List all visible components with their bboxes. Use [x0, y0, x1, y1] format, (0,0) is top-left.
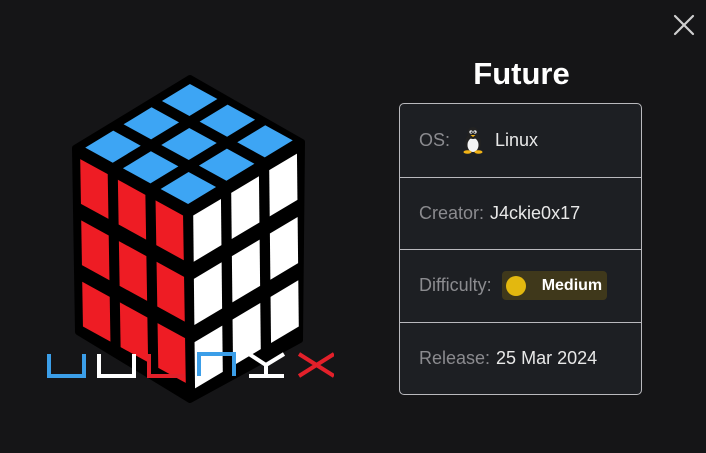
info-row-creator: Creator: J4ckie0x17: [400, 176, 641, 250]
vulnyx-cube-logo: [40, 70, 340, 403]
release-label: Release:: [419, 347, 491, 368]
wordmark-letter-n: [197, 352, 236, 376]
wordmark-letter-y: [247, 352, 286, 378]
wordmark-letter-v: [47, 354, 86, 378]
vulnyx-wordmark: [44, 352, 336, 382]
close-icon: [673, 14, 695, 36]
creator-value: J4ckie0x17: [490, 202, 581, 223]
info-row-release: Release: 25 Mar 2024: [400, 321, 641, 395]
machine-title: Future: [473, 56, 570, 91]
creator-label: Creator:: [419, 202, 485, 223]
wordmark-letter-x: [297, 352, 336, 378]
wordmark-letter-l: [147, 354, 184, 378]
os-value: Linux: [495, 129, 539, 150]
difficulty-label: Difficulty:: [419, 275, 492, 296]
info-row-os: OS: Linux: [400, 104, 641, 177]
linux-tux-icon: [461, 126, 485, 155]
machine-info-table: OS: Linux Creator: J4ckie0x17 Difficulty…: [399, 103, 642, 395]
os-label: OS:: [419, 129, 451, 150]
difficulty-badge: Medium: [501, 271, 608, 301]
difficulty-dot-icon: [505, 275, 526, 296]
release-value: 25 Mar 2024: [496, 347, 598, 368]
difficulty-value: Medium: [541, 276, 603, 294]
info-row-difficulty: Difficulty: Medium: [400, 249, 641, 322]
wordmark-letter-u: [97, 354, 136, 378]
close-button[interactable]: [670, 11, 698, 39]
